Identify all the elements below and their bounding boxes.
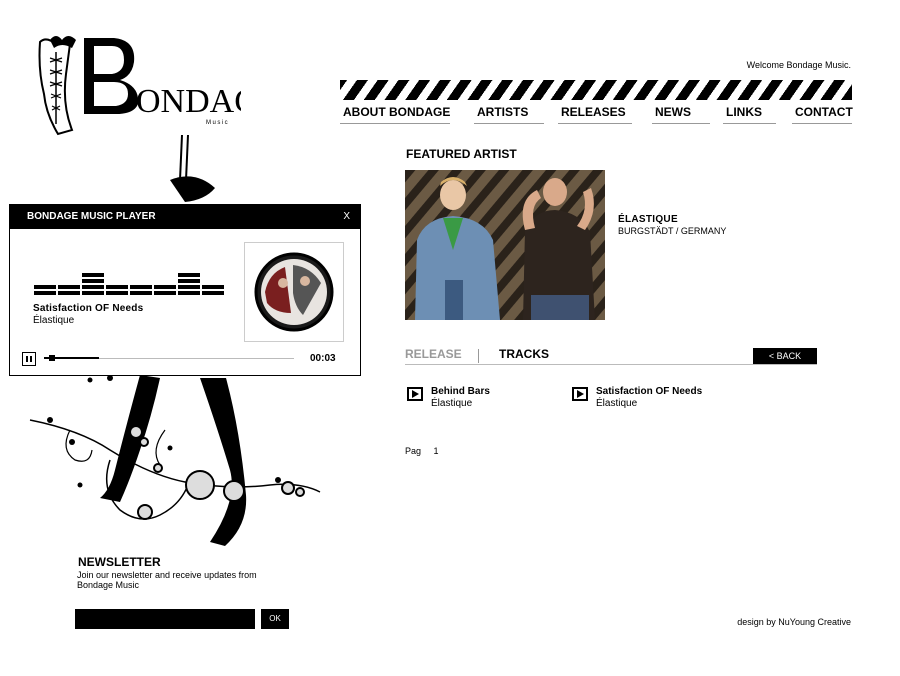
seek-handle[interactable] (49, 355, 55, 361)
music-player: BONDAGE MUSIC PLAYER X Satisfaction OF N… (9, 204, 361, 376)
artist-location: BURGSTÄDT / GERMANY (618, 226, 727, 236)
tab-tracks[interactable]: TRACKS (499, 347, 549, 361)
tab-release[interactable]: RELEASE (405, 347, 462, 361)
track-item: Behind Bars Élastique (407, 386, 557, 414)
tab-underline (405, 364, 817, 365)
bondage-logo[interactable]: ONDAGE Music (36, 34, 241, 138)
pagination-label: Pag (405, 446, 422, 456)
artist-photo-image (405, 170, 605, 320)
pagination: Pag 1 (405, 446, 449, 456)
pause-button[interactable] (22, 352, 36, 366)
logo-wordmark: ONDAGE (136, 83, 241, 120)
track-title[interactable]: Behind Bars (431, 386, 490, 397)
back-button[interactable]: < BACK (753, 348, 817, 364)
page-link[interactable]: 1 (434, 446, 439, 456)
seek-bar[interactable] (44, 355, 294, 361)
nav-releases[interactable]: RELEASES (558, 104, 632, 124)
newsletter-email-input[interactable] (75, 609, 255, 629)
track-title[interactable]: Satisfaction OF Needs (596, 386, 702, 397)
main-nav: ABOUT BONDAGE ARTISTS RELEASES NEWS LINK… (340, 104, 853, 124)
newsletter-description: Join our newsletter and receive updates … (77, 570, 257, 590)
nav-contact[interactable]: CONTACT (792, 104, 853, 124)
tab-separator (478, 349, 479, 363)
playback-time: 00:03 (310, 353, 336, 364)
close-icon[interactable]: X (343, 205, 350, 229)
track-artist: Élastique (596, 398, 638, 409)
design-credit[interactable]: design by NuYoung Creative (690, 617, 851, 627)
player-title: BONDAGE MUSIC PLAYER (27, 211, 156, 222)
nav-links[interactable]: LINKS (723, 104, 776, 124)
welcome-message: Welcome Bondage Music. (746, 60, 851, 70)
track-item: Satisfaction OF Needs Élastique (572, 386, 732, 414)
artist-name[interactable]: ÉLASTIQUE (618, 214, 678, 225)
now-playing-artist: Élastique (33, 315, 75, 326)
newsletter-ok-button[interactable]: OK (261, 609, 289, 629)
featured-artist-heading: FEATURED ARTIST (406, 147, 517, 161)
logo-sub: Music (206, 120, 229, 126)
nav-artists[interactable]: ARTISTS (474, 104, 544, 124)
player-titlebar[interactable]: BONDAGE MUSIC PLAYER X (10, 205, 360, 229)
nav-about-bondage[interactable]: ABOUT BONDAGE (340, 104, 450, 124)
play-icon[interactable] (407, 387, 423, 401)
now-playing-title: Satisfaction OF Needs (33, 303, 144, 314)
header-stripes (340, 80, 852, 100)
play-icon[interactable] (572, 387, 588, 401)
nav-news[interactable]: NEWS (652, 104, 710, 124)
newsletter-title: NEWSLETTER (78, 555, 161, 569)
artist-photo[interactable] (405, 170, 605, 320)
equalizer-icon (34, 273, 224, 295)
album-cover-art (254, 252, 334, 332)
track-artist: Élastique (431, 398, 473, 409)
album-cover (244, 242, 344, 342)
